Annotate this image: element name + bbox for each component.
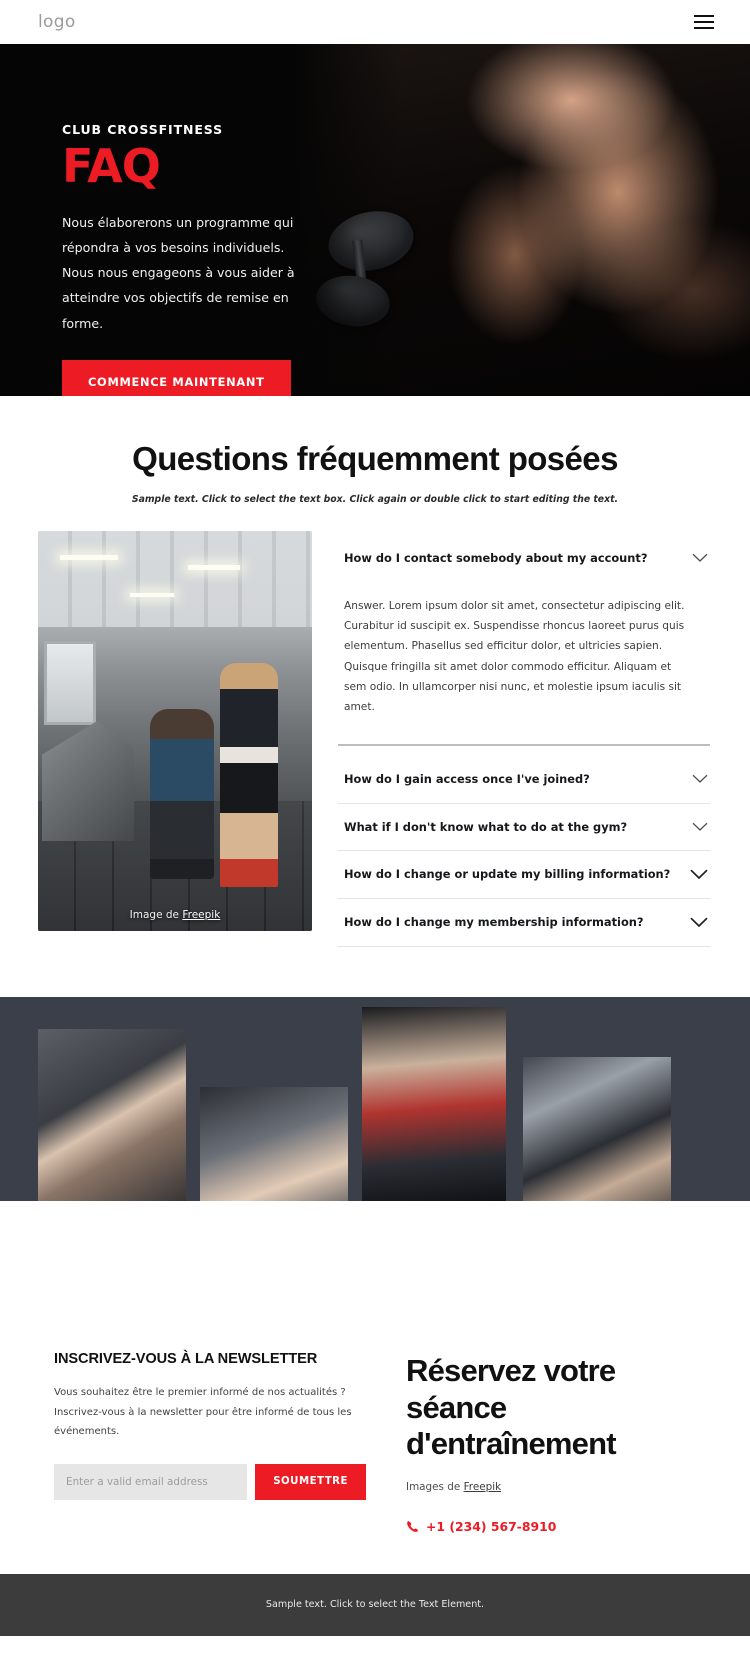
burger-line bbox=[694, 15, 714, 17]
accordion-header[interactable]: How do I change or update my billing inf… bbox=[338, 851, 710, 898]
chevron-down-icon[interactable] bbox=[692, 553, 708, 563]
accordion-answer: Answer. Lorem ipsum dolor sit amet, cons… bbox=[344, 599, 685, 714]
treadmill bbox=[42, 721, 134, 841]
person-trainer bbox=[220, 663, 278, 887]
booking-title: Réservez votre séance d'entraînement bbox=[406, 1353, 617, 1462]
hero-paragraph: Nous élaborerons un programme qui répond… bbox=[62, 214, 295, 331]
newsletter-block: INSCRIVEZ-VOUS À LA NEWSLETTER Vous souh… bbox=[54, 1351, 366, 1534]
dumbbell-bar bbox=[352, 239, 370, 315]
ceiling-light bbox=[130, 593, 174, 597]
faq-gym-image: Image de Freepik bbox=[38, 531, 312, 931]
accordion-header[interactable]: What if I don't know what to do at the g… bbox=[338, 804, 710, 851]
faq-image-credit: Image de Freepik bbox=[38, 909, 312, 921]
footer-text: Sample text. Click to select the Text El… bbox=[265, 1599, 485, 1611]
accordion-item: How do I gain access once I've joined? bbox=[338, 756, 710, 804]
booking-credit-prefix: Images de bbox=[406, 1480, 464, 1493]
faq-heading: Questions fréquemment posées bbox=[132, 440, 618, 477]
booking-block: Réservez votre séance d'entraînement Ima… bbox=[406, 1351, 710, 1534]
submit-button[interactable]: SOUMETTRE bbox=[255, 1463, 366, 1500]
accordion-header[interactable]: How do I gain access once I've joined? bbox=[338, 756, 710, 803]
faq-section: Questions fréquemment posées Sample text… bbox=[0, 396, 750, 998]
accordion-item: How do I change or update my billing inf… bbox=[338, 851, 710, 900]
gallery-lower-spacer bbox=[0, 1201, 750, 1306]
gallery-section bbox=[0, 997, 750, 1282]
faq-accordion: How do I contact somebody about my accou… bbox=[338, 531, 710, 948]
newsletter-form: SOUMETTRE bbox=[54, 1463, 366, 1500]
accordion-question: How do I change or update my billing inf… bbox=[344, 867, 671, 882]
accordion-question: How do I change my membership informatio… bbox=[344, 915, 644, 930]
hero-content: CLUB CROSSFITNESS FAQ Nous élaborerons u… bbox=[0, 44, 330, 396]
newsletter-booking-section: INSCRIVEZ-VOUS À LA NEWSLETTER Vous souh… bbox=[0, 1305, 750, 1574]
ceiling-light bbox=[188, 565, 240, 570]
accordion-header[interactable]: How do I contact somebody about my accou… bbox=[338, 535, 710, 582]
gym-window bbox=[44, 641, 96, 725]
gallery-image-3[interactable] bbox=[362, 1007, 506, 1202]
accordion-item: How do I contact somebody about my accou… bbox=[338, 535, 710, 746]
hero-section: CLUB CROSSFITNESS FAQ Nous élaborerons u… bbox=[0, 44, 750, 396]
dumbbell-plate bbox=[322, 203, 420, 279]
chevron-down-icon[interactable] bbox=[692, 822, 708, 832]
chevron-down-icon[interactable] bbox=[692, 774, 708, 784]
phone-number[interactable]: +1 (234) 567-8910 bbox=[406, 1519, 710, 1534]
burger-line bbox=[694, 27, 714, 29]
hamburger-menu-icon[interactable] bbox=[694, 15, 714, 29]
faq-credit-link[interactable]: Freepik bbox=[182, 909, 220, 921]
hero-title: FAQ bbox=[62, 139, 161, 193]
faq-body: Image de Freepik How do I contact somebo… bbox=[0, 505, 750, 948]
faq-subtitle: Sample text. Click to select the text bo… bbox=[131, 494, 619, 505]
faq-credit-prefix: Image de bbox=[129, 909, 183, 921]
chevron-down-icon[interactable] bbox=[690, 917, 708, 928]
accordion-item: What if I don't know what to do at the g… bbox=[338, 804, 710, 852]
chevron-down-icon[interactable] bbox=[690, 869, 708, 880]
hero-eyebrow: CLUB CROSSFITNESS bbox=[62, 122, 224, 137]
logo[interactable]: logo bbox=[38, 12, 76, 32]
phone-icon bbox=[406, 1520, 419, 1533]
person-lifting-dumbbells bbox=[150, 709, 214, 879]
booking-image-credit: Images de Freepik bbox=[406, 1481, 710, 1493]
site-header: logo bbox=[0, 0, 750, 44]
email-input[interactable] bbox=[54, 1463, 248, 1500]
ceiling-light bbox=[60, 555, 118, 560]
newsletter-copy: Vous souhaitez être le premier informé d… bbox=[54, 1387, 352, 1438]
start-now-button[interactable]: COMMENCE MAINTENANT bbox=[62, 359, 291, 396]
phone-number-text: +1 (234) 567-8910 bbox=[426, 1518, 557, 1534]
site-footer: Sample text. Click to select the Text El… bbox=[0, 1573, 750, 1636]
gym-ceiling bbox=[38, 531, 312, 627]
booking-credit-link[interactable]: Freepik bbox=[464, 1481, 502, 1493]
accordion-spacer bbox=[338, 746, 710, 756]
newsletter-title: INSCRIVEZ-VOUS À LA NEWSLETTER bbox=[54, 1351, 318, 1368]
accordion-question: What if I don't know what to do at the g… bbox=[344, 819, 628, 834]
burger-line bbox=[694, 21, 714, 23]
hero-background-image bbox=[280, 44, 750, 396]
accordion-header[interactable]: How do I change my membership informatio… bbox=[338, 899, 710, 946]
accordion-question: How do I gain access once I've joined? bbox=[344, 771, 590, 786]
gallery-image-1[interactable] bbox=[38, 1029, 186, 1224]
accordion-item: How do I change my membership informatio… bbox=[338, 899, 710, 948]
accordion-question: How do I contact somebody about my accou… bbox=[344, 551, 648, 565]
